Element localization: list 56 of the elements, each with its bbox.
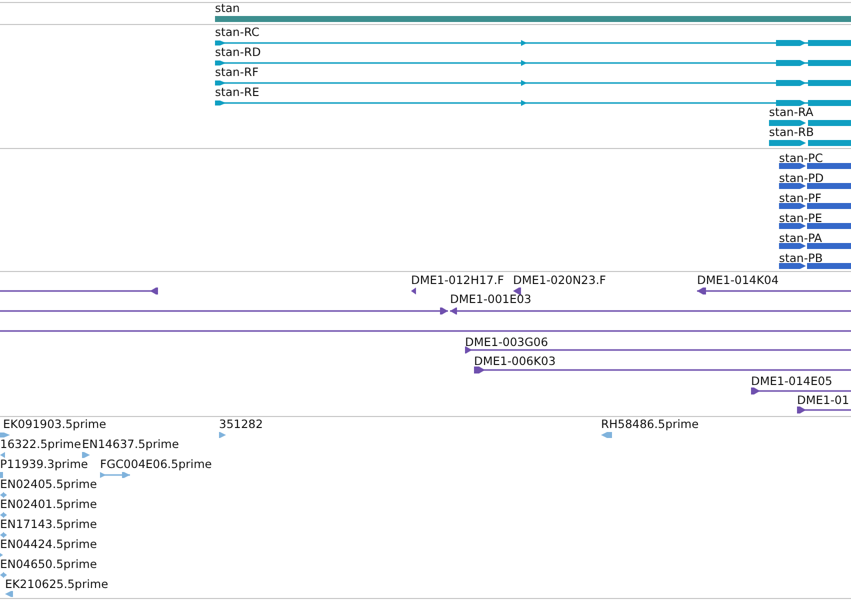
protein-glyph bbox=[779, 163, 851, 169]
feature-label: DME1-003G06 bbox=[465, 334, 548, 349]
feature-label: 16322.5prime bbox=[0, 436, 82, 451]
est-glyph bbox=[0, 492, 7, 498]
est-glyph bbox=[82, 452, 90, 458]
feature-label: DME1-012H17.F bbox=[411, 272, 504, 287]
feature-label: EN04424.5prime bbox=[0, 536, 97, 551]
feature-label: DME1-020N23.F bbox=[513, 272, 606, 287]
feature-label: P11939.3prime bbox=[0, 456, 88, 471]
feature-label: stan-RF bbox=[215, 64, 259, 79]
feature-label: stan-PE bbox=[779, 210, 822, 225]
feature-label: DME1-006K03 bbox=[474, 354, 556, 368]
feature-label: stan-RD bbox=[215, 44, 261, 59]
feature-label: EK091903.5prime bbox=[3, 416, 106, 431]
feature-label: stan-RB bbox=[769, 124, 814, 139]
clone-glyph bbox=[411, 288, 416, 294]
feature-label: stan-PD bbox=[779, 170, 824, 185]
protein-glyph bbox=[779, 243, 851, 249]
est-glyph bbox=[219, 432, 226, 438]
feature-label: stan-PB bbox=[779, 250, 823, 265]
feature-label: 351282 bbox=[219, 416, 263, 431]
est-glyph bbox=[0, 553, 3, 557]
feature-label: RH58486.5prime bbox=[601, 416, 699, 431]
feature-label: stan-PC bbox=[779, 150, 823, 165]
clone-glyph bbox=[797, 406, 851, 414]
feature-label: stan-PA bbox=[779, 230, 822, 245]
clone-glyph bbox=[513, 288, 521, 294]
feature-label: EK210625.5prime bbox=[5, 576, 108, 591]
feature-label: DME1-01 bbox=[797, 392, 850, 407]
feature-label: stan-RE bbox=[215, 84, 260, 99]
feature-label: DME1-001E03 bbox=[450, 292, 532, 306]
est-glyph bbox=[100, 472, 130, 478]
est-glyph bbox=[0, 472, 3, 478]
feature-label: stan bbox=[215, 0, 240, 15]
feature-label: EN02401.5prime bbox=[0, 496, 97, 511]
feature-label: stan-RA bbox=[769, 104, 814, 119]
est-glyph bbox=[601, 432, 612, 438]
protein-glyph bbox=[779, 183, 851, 189]
est-glyph bbox=[0, 512, 7, 518]
feature-label: FGC004E06.5prime bbox=[100, 456, 212, 471]
est-glyph bbox=[0, 572, 7, 578]
feature-label: EN02405.5prime bbox=[0, 476, 97, 491]
protein-glyph bbox=[779, 263, 851, 269]
protein-glyph bbox=[779, 203, 851, 209]
est-glyph bbox=[0, 432, 10, 438]
est-glyph bbox=[0, 532, 7, 538]
feature-label: EN14637.5prime bbox=[82, 436, 179, 451]
feature-label: DME1-014K04 bbox=[697, 272, 779, 287]
protein-glyph bbox=[779, 223, 851, 229]
feature-label: DME1-014E05 bbox=[751, 374, 832, 388]
est-glyph bbox=[0, 452, 5, 458]
feature-label: stan-PF bbox=[779, 190, 822, 205]
est-glyph bbox=[5, 591, 13, 597]
feature-label: EN17143.5prime bbox=[0, 516, 97, 531]
feature-label: stan-RC bbox=[215, 24, 260, 39]
feature-label: EN04650.5prime bbox=[0, 556, 97, 571]
